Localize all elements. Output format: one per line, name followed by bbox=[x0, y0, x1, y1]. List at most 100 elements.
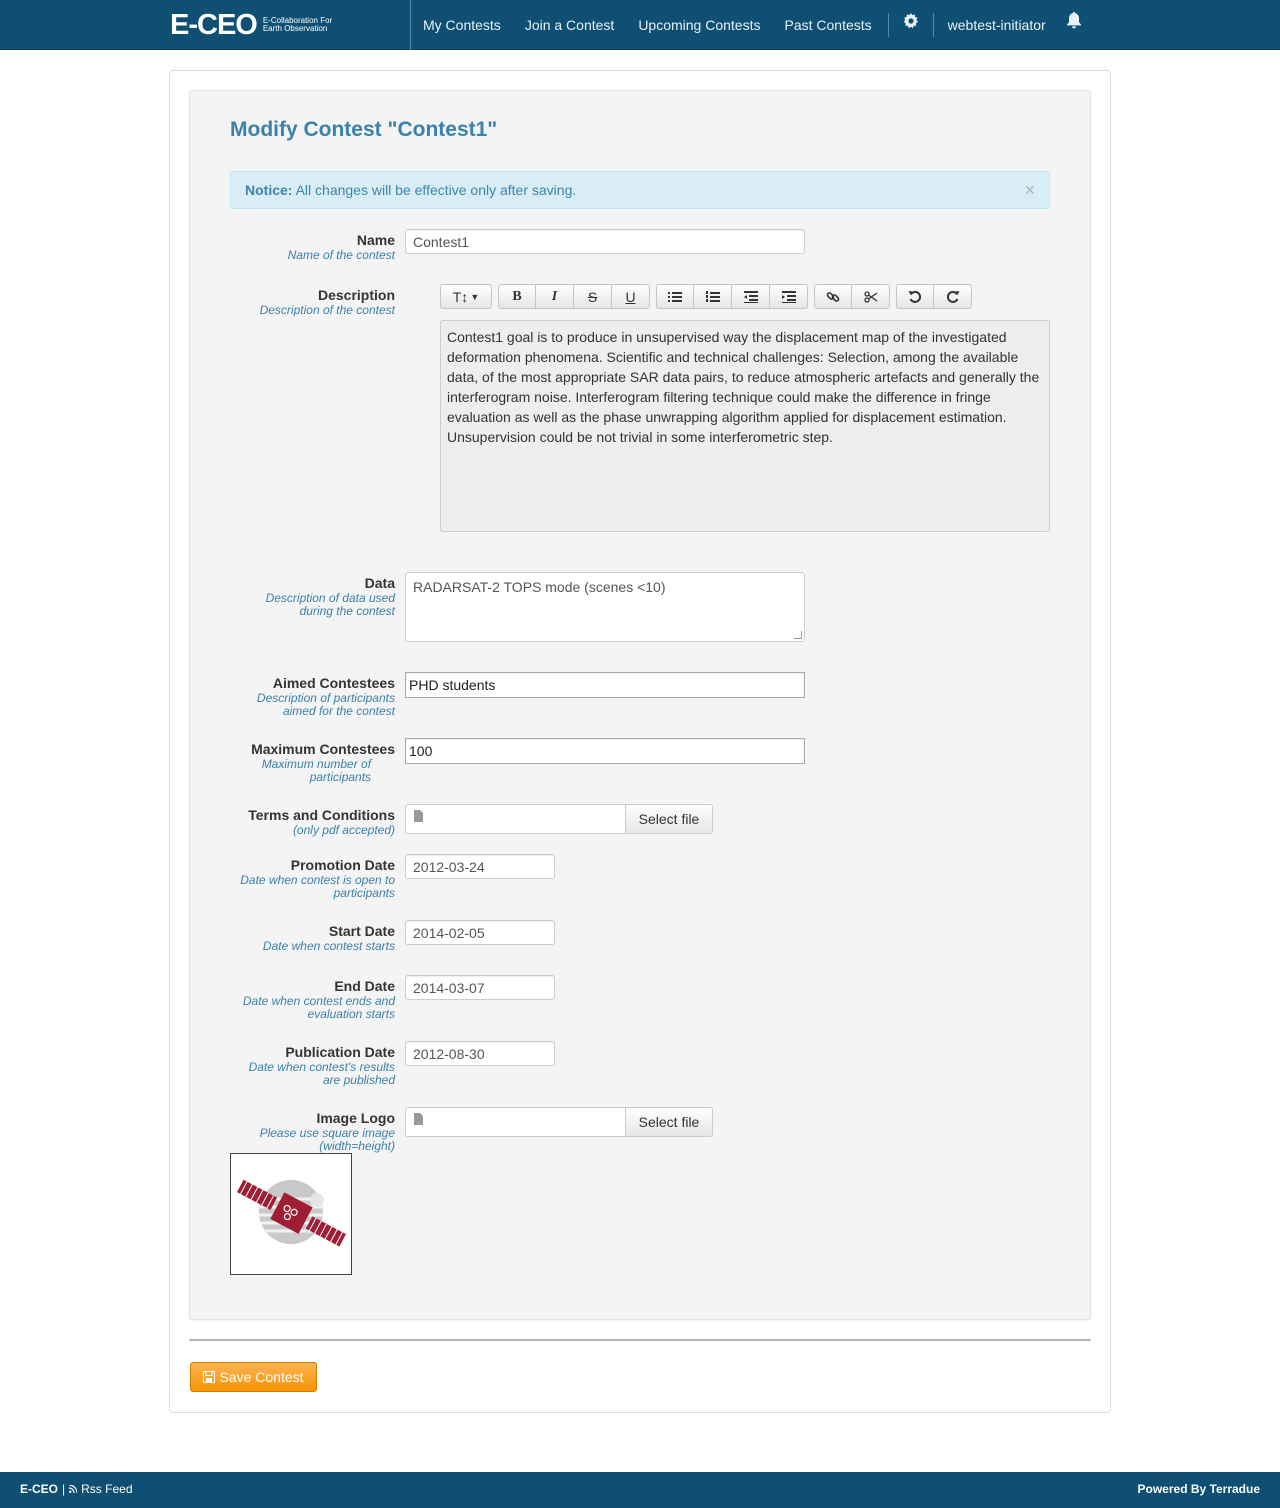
file-icon bbox=[414, 810, 423, 822]
list-ol-icon bbox=[705, 290, 720, 302]
publication-help: Date when contest's results are publishe… bbox=[248, 1060, 395, 1087]
end-label-block: End Date Date when contest ends and eval… bbox=[235, 977, 395, 1021]
bell-icon[interactable] bbox=[1056, 0, 1092, 50]
terms-select-file-button[interactable]: Select file bbox=[625, 804, 713, 834]
terms-help: (only pdf accepted) bbox=[292, 823, 395, 837]
data-help: Description of data used during the cont… bbox=[265, 591, 395, 618]
underline-button[interactable]: U bbox=[612, 284, 650, 309]
terms-label-block: Terms and Conditions (only pdf accepted) bbox=[248, 806, 395, 837]
promotion-label: Promotion Date bbox=[290, 857, 395, 873]
data-label-block: Data Description of data used during the… bbox=[255, 574, 395, 618]
end-date-input[interactable]: 2014-03-07 bbox=[405, 975, 555, 1000]
publication-date-input[interactable]: 2012-08-30 bbox=[405, 1041, 555, 1066]
unordered-list-button[interactable] bbox=[656, 284, 694, 309]
gear-icon[interactable] bbox=[893, 0, 929, 50]
notice-label: Notice: bbox=[245, 182, 293, 198]
italic-button[interactable]: I bbox=[536, 284, 574, 309]
description-label-block: Description Description of the contest bbox=[260, 286, 395, 317]
outdent-icon bbox=[743, 290, 758, 303]
page-title: Modify Contest "Contest1" bbox=[230, 118, 498, 141]
terms-file-input: Select file bbox=[405, 804, 713, 834]
start-label-block: Start Date Date when contest starts bbox=[263, 922, 395, 953]
undo-button[interactable] bbox=[896, 284, 934, 309]
name-label: Name bbox=[356, 232, 395, 248]
description-editor[interactable]: Contest1 goal is to produce in unsupervi… bbox=[440, 320, 1050, 532]
name-help: Name of the contest bbox=[287, 248, 395, 262]
name-label-block: Name Name of the contest bbox=[288, 231, 395, 262]
resize-handle[interactable] bbox=[794, 631, 802, 639]
description-help: Description of the contest bbox=[259, 303, 395, 317]
publication-label-block: Publication Date Date when contest's res… bbox=[235, 1043, 395, 1087]
save-contest-button[interactable]: Save Contest bbox=[190, 1362, 317, 1392]
nav-divider bbox=[887, 13, 889, 37]
link-icon bbox=[826, 291, 840, 302]
maximum-contestees-input[interactable]: 100 bbox=[405, 738, 805, 764]
maximum-help: Maximum number of participants bbox=[261, 757, 372, 784]
brand-logo-text: E-CEO bbox=[170, 8, 258, 41]
logo-label: Image Logo bbox=[316, 1110, 395, 1126]
end-help: Date when contest ends and evaluation st… bbox=[242, 994, 395, 1021]
list-ul-icon bbox=[668, 291, 682, 302]
footer-separator: | bbox=[62, 1482, 66, 1496]
logo-label-block: Image Logo Please use square image (widt… bbox=[255, 1109, 395, 1153]
footer-left: E-CEO | Rss Feed bbox=[20, 1482, 133, 1496]
footer-brand[interactable]: E-CEO bbox=[20, 1482, 58, 1496]
file-icon bbox=[414, 1113, 423, 1125]
nav-my-contests[interactable]: My Contests bbox=[411, 0, 513, 50]
font-size-icon: T↕ bbox=[452, 288, 469, 305]
rss-feed-link[interactable]: Rss Feed bbox=[81, 1482, 132, 1496]
redo-button[interactable] bbox=[934, 284, 972, 309]
main-nav: My Contests Join a Contest Upcoming Cont… bbox=[410, 0, 1092, 50]
indent-button[interactable] bbox=[770, 284, 808, 309]
editor-toolbar: T↕ ▼ B I S U bbox=[440, 284, 978, 309]
contest-logo-preview bbox=[230, 1153, 352, 1275]
logo-help: Please use square image (width=height) bbox=[259, 1126, 395, 1153]
ordered-list-button[interactable] bbox=[694, 284, 732, 309]
logo-file-input: Select file bbox=[405, 1107, 713, 1137]
outdent-button[interactable] bbox=[732, 284, 770, 309]
end-label: End Date bbox=[334, 978, 395, 994]
unlink-button[interactable] bbox=[852, 284, 890, 309]
terms-file-name[interactable] bbox=[405, 804, 625, 834]
satellite-logo-image bbox=[236, 1179, 346, 1247]
maximum-label: Maximum Contestees bbox=[251, 741, 395, 757]
logo-file-name[interactable] bbox=[405, 1107, 625, 1137]
powered-by[interactable]: Powered By Terradue bbox=[1138, 1482, 1260, 1496]
user-menu[interactable]: webtest-initiator bbox=[938, 0, 1056, 50]
brand-logo[interactable]: E-CEO E-Collaboration For Earth Observat… bbox=[170, 9, 333, 41]
save-icon bbox=[203, 1371, 216, 1383]
strikethrough-button[interactable]: S bbox=[574, 284, 612, 309]
aimed-label-block: Aimed Contestees Description of particip… bbox=[245, 674, 395, 718]
notice-alert: Notice: All changes will be effective on… bbox=[230, 171, 1050, 209]
aimed-help: Description of participants aimed for th… bbox=[256, 691, 395, 718]
nav-past-contests[interactable]: Past Contests bbox=[772, 0, 883, 50]
nav-upcoming-contests[interactable]: Upcoming Contests bbox=[626, 0, 772, 50]
undo-icon bbox=[908, 290, 922, 303]
link-button[interactable] bbox=[814, 284, 852, 309]
nav-divider bbox=[932, 13, 934, 37]
indent-icon bbox=[781, 290, 796, 303]
close-icon[interactable]: × bbox=[1024, 181, 1035, 199]
top-navbar: E-CEO E-Collaboration For Earth Observat… bbox=[0, 0, 1280, 50]
maximum-label-block: Maximum Contestees Maximum number of par… bbox=[251, 740, 395, 784]
bold-button[interactable]: B bbox=[498, 284, 536, 309]
name-input[interactable]: Contest1 bbox=[405, 229, 805, 254]
data-textarea[interactable]: RADARSAT-2 TOPS mode (scenes <10) bbox=[405, 572, 805, 642]
start-help: Date when contest starts bbox=[262, 939, 395, 953]
start-label: Start Date bbox=[328, 923, 395, 939]
promotion-date-input[interactable]: 2012-03-24 bbox=[405, 854, 555, 879]
redo-icon bbox=[946, 290, 959, 303]
aimed-contestees-input[interactable]: PHD students bbox=[405, 672, 805, 698]
brand-subtitle: E-Collaboration For Earth Observation bbox=[262, 16, 333, 33]
nav-join-contest[interactable]: Join a Contest bbox=[513, 0, 627, 50]
start-date-input[interactable]: 2014-02-05 bbox=[405, 920, 555, 945]
logo-select-file-button[interactable]: Select file bbox=[625, 1107, 713, 1137]
terms-label: Terms and Conditions bbox=[248, 807, 395, 823]
promotion-label-block: Promotion Date Date when contest is open… bbox=[235, 856, 395, 900]
footer: E-CEO | Rss Feed Powered By Terradue bbox=[0, 1472, 1280, 1508]
notice-text: All changes will be effective only after… bbox=[295, 182, 577, 198]
font-size-button[interactable]: T↕ ▼ bbox=[440, 284, 492, 309]
aimed-label: Aimed Contestees bbox=[272, 675, 395, 691]
save-contest-label: Save Contest bbox=[219, 1369, 304, 1385]
promotion-help: Date when contest is open to participant… bbox=[240, 873, 395, 900]
